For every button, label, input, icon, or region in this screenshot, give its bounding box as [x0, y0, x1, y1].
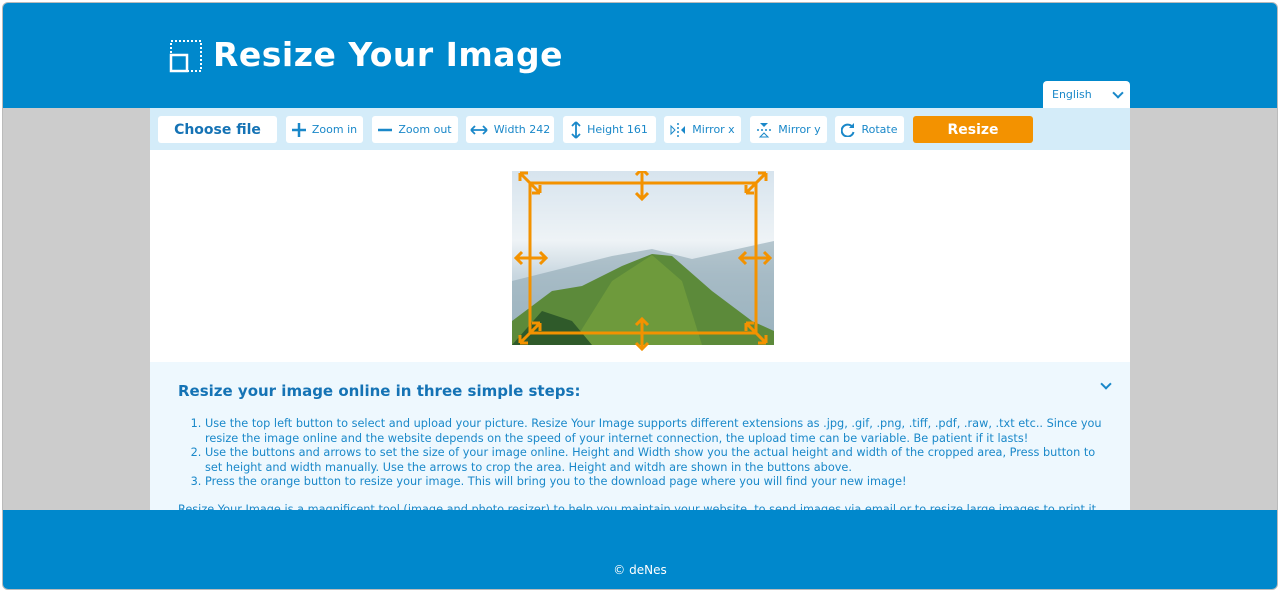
toolbar: Choose file Zoom in Zoom out Width 242 H… — [150, 108, 1130, 150]
page-frame: Resize Your Image English Choose file Zo… — [2, 2, 1278, 590]
resize-button[interactable]: Resize — [913, 116, 1033, 143]
mirror-y-button[interactable]: Mirror y — [750, 116, 827, 143]
language-label: English — [1052, 88, 1092, 101]
crop-handle-top — [634, 171, 650, 202]
image-editor — [150, 150, 1130, 362]
horizontal-arrows-icon — [470, 124, 488, 135]
rotate-button[interactable]: Rotate — [835, 116, 904, 143]
step-item: Press the orange button to resize your i… — [205, 475, 1105, 490]
steps-list: Use the top left button to select and up… — [205, 417, 1105, 490]
chevron-down-icon — [1112, 87, 1124, 99]
height-button[interactable]: Height 161 — [563, 116, 656, 143]
crop-overlay[interactable] — [512, 171, 774, 351]
width-button[interactable]: Width 242 — [466, 116, 554, 143]
chevron-down-icon[interactable] — [1100, 378, 1112, 390]
vertical-arrows-icon — [571, 120, 581, 139]
plus-icon — [291, 122, 306, 137]
header: Resize Your Image English — [3, 3, 1277, 109]
minus-icon — [378, 128, 393, 131]
mirror-x-icon — [670, 122, 686, 137]
site-title: Resize Your Image — [213, 35, 564, 74]
step-item: Use the buttons and arrows to set the si… — [205, 446, 1105, 475]
copyright: © deNes — [613, 563, 667, 577]
choose-file-button[interactable]: Choose file — [158, 116, 277, 143]
mirror-x-button[interactable]: Mirror x — [664, 116, 741, 143]
instructions-heading: Resize your image online in three simple… — [178, 382, 581, 400]
footer — [3, 510, 1277, 589]
zoom-in-button[interactable]: Zoom in — [286, 116, 363, 143]
step-item: Use the top left button to select and up… — [205, 417, 1105, 446]
rotate-icon — [841, 122, 855, 137]
resize-logo-icon — [169, 40, 202, 73]
mirror-y-icon — [757, 122, 772, 137]
language-select[interactable]: English — [1043, 81, 1130, 109]
zoom-out-button[interactable]: Zoom out — [372, 116, 458, 143]
